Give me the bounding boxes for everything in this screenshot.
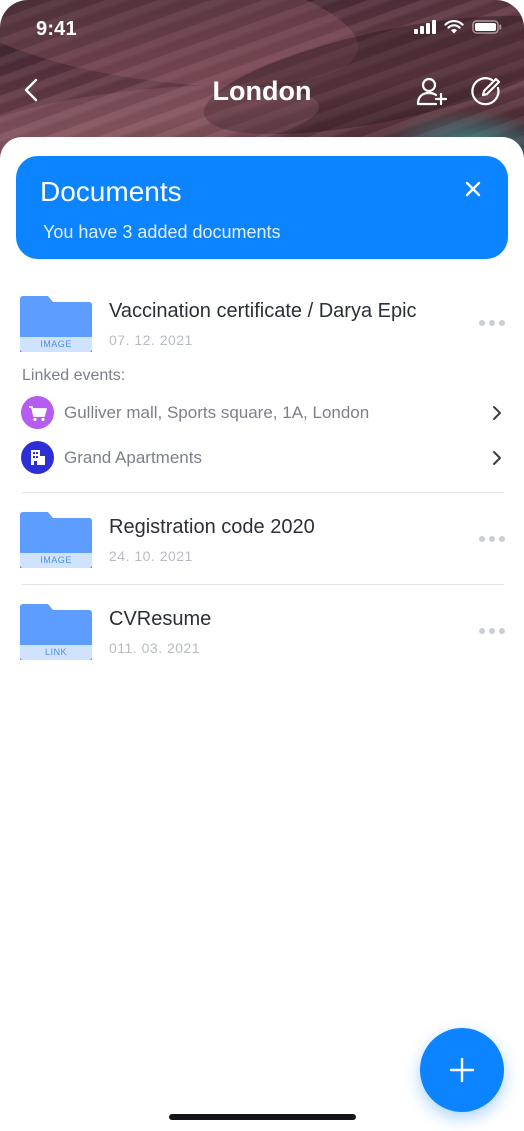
document-item[interactable]: LINK CVResume 011. 03. 2021	[0, 604, 524, 664]
edit-icon[interactable]	[470, 76, 502, 106]
status-icons	[414, 20, 502, 34]
documents-banner: Documents You have 3 added documents	[16, 156, 508, 259]
document-item[interactable]: IMAGE Registration code 2020 24. 10. 202…	[0, 512, 524, 572]
divider	[22, 492, 504, 493]
home-indicator	[169, 1114, 356, 1120]
linked-event-text: Gulliver mall, Sports square, 1A, London	[64, 403, 370, 422]
battery-icon	[472, 20, 502, 34]
document-date: 07. 12. 2021	[109, 332, 193, 348]
banner-subtitle: You have 3 added documents	[43, 222, 281, 242]
folder-type-tag: IMAGE	[20, 553, 92, 568]
wifi-icon	[444, 20, 464, 34]
banner-title: Documents	[40, 176, 182, 207]
shopping-cart-icon	[21, 396, 54, 429]
linked-event-item[interactable]: Grand Apartments	[0, 441, 524, 477]
linked-event-item[interactable]: Gulliver mall, Sports square, 1A, London	[0, 396, 524, 432]
more-options-icon[interactable]	[478, 627, 506, 635]
document-title: Vaccination certificate / Darya Epic	[109, 300, 417, 322]
linked-event-text: Grand Apartments	[64, 448, 202, 467]
status-bar: 9:41	[0, 0, 524, 58]
navigation-bar: London	[0, 66, 524, 118]
more-options-icon[interactable]	[478, 535, 506, 543]
folder-icon: IMAGE	[20, 296, 92, 352]
document-date: 011. 03. 2021	[109, 640, 201, 656]
divider	[22, 584, 504, 585]
close-icon[interactable]	[464, 180, 482, 198]
add-document-button[interactable]	[420, 1028, 504, 1112]
document-title: CVResume	[109, 608, 212, 630]
folder-icon: LINK	[20, 604, 92, 660]
building-icon	[21, 441, 54, 474]
chevron-right-icon	[493, 451, 501, 465]
plus-icon	[449, 1057, 475, 1083]
document-date: 24. 10. 2021	[109, 548, 193, 564]
folder-type-tag: LINK	[20, 645, 92, 660]
linked-events-label: Linked events:	[22, 367, 126, 384]
phone-screen: 9:41 London Documents You have 3 added d…	[0, 0, 524, 1131]
signal-icon	[414, 20, 436, 34]
more-options-icon[interactable]	[478, 319, 506, 327]
add-user-icon[interactable]	[416, 76, 448, 106]
document-item[interactable]: IMAGE Vaccination certificate / Darya Ep…	[0, 296, 524, 356]
chevron-right-icon	[493, 406, 501, 420]
folder-type-tag: IMAGE	[20, 337, 92, 352]
status-time: 9:41	[36, 18, 77, 40]
folder-icon: IMAGE	[20, 512, 92, 568]
document-title: Registration code 2020	[109, 516, 315, 538]
